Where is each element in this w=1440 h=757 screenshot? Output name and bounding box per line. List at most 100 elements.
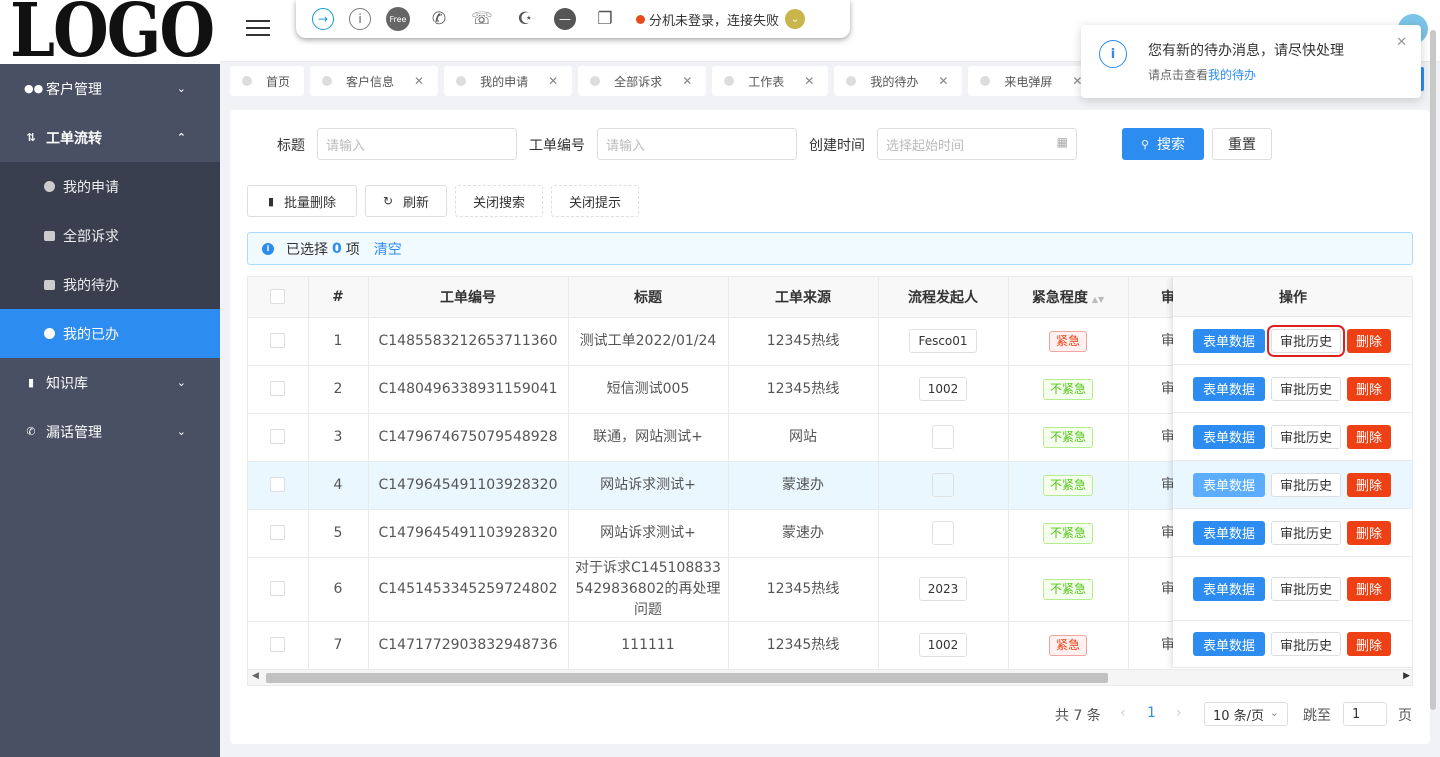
- info-icon[interactable]: i: [349, 8, 371, 30]
- close-tip-button[interactable]: 关闭提示: [551, 185, 639, 217]
- briefcase-icon: [44, 230, 55, 241]
- sidebar-item-customer[interactable]: ●● 客户管理 ⌄: [0, 64, 220, 113]
- row-checkbox[interactable]: [270, 429, 286, 444]
- close-icon[interactable]: ✕: [938, 74, 948, 88]
- form-data-button[interactable]: 表单数据: [1193, 376, 1265, 401]
- tab-home[interactable]: 首页: [230, 66, 305, 96]
- tab-my-todo[interactable]: 我的待办 ✕: [834, 66, 963, 96]
- close-icon[interactable]: ✕: [548, 74, 558, 88]
- submenu-all-requests[interactable]: 全部诉求: [0, 211, 220, 260]
- submenu-my-done[interactable]: 我的已办: [0, 309, 220, 358]
- chevron-left-icon[interactable]: ‹: [1120, 705, 1126, 721]
- scrollbar-thumb[interactable]: [266, 673, 1108, 683]
- page-unit-label: 页: [1398, 708, 1412, 724]
- tab-dot-icon: [846, 76, 857, 86]
- sidebar-item-missed-calls[interactable]: ✆ 漏话管理 ⌄: [0, 407, 220, 456]
- scroll-left-icon[interactable]: ◀: [252, 671, 259, 681]
- free-status-icon[interactable]: Free: [386, 7, 410, 31]
- table-row: 6 C1451453345259724802 对于诉求C145108833542…: [248, 557, 1209, 622]
- row-checkbox[interactable]: [270, 477, 286, 492]
- tab-customer-info[interactable]: 客户信息 ✕: [310, 66, 439, 96]
- title-input[interactable]: 请输入: [317, 128, 517, 160]
- ops-row: 表单数据 审批历史 删除: [1173, 621, 1412, 668]
- approval-history-button[interactable]: 审批历史: [1271, 424, 1341, 449]
- col-urgency[interactable]: 紧急程度 ▲▼: [1008, 277, 1129, 318]
- page-number[interactable]: 1: [1147, 705, 1156, 721]
- form-data-button[interactable]: 表单数据: [1193, 472, 1265, 497]
- form-data-button[interactable]: 表单数据: [1193, 424, 1265, 449]
- form-data-button[interactable]: 表单数据: [1193, 328, 1265, 353]
- page-size-select[interactable]: 10 条/页 ⌄: [1204, 702, 1288, 726]
- reset-button[interactable]: 重置: [1212, 128, 1272, 160]
- scroll-right-icon[interactable]: ▶: [1403, 671, 1410, 681]
- form-data-button[interactable]: 表单数据: [1193, 520, 1265, 545]
- table-row: 4 C1479645491103928320 网站诉求测试+ 蒙速办 不紧急 审: [248, 461, 1209, 510]
- col-title: 标题: [568, 277, 729, 318]
- sort-icon[interactable]: ▲▼: [1092, 295, 1104, 304]
- row-checkbox[interactable]: [270, 381, 286, 396]
- tab-all-requests[interactable]: 全部诉求 ✕: [578, 66, 707, 96]
- number-input[interactable]: 请输入: [597, 128, 797, 160]
- sidebar-item-knowledge[interactable]: ▮ 知识库 ⌄: [0, 358, 220, 407]
- close-icon[interactable]: ✕: [682, 74, 692, 88]
- close-icon[interactable]: ✕: [1396, 35, 1407, 50]
- row-checkbox[interactable]: [270, 525, 286, 540]
- vertical-scrollbar[interactable]: [1430, 30, 1436, 710]
- tab-worksheet[interactable]: 工作表 ✕: [712, 66, 829, 96]
- table: # 工单编号 标题 工单来源 流程发起人 紧急程度 ▲▼ 审 1 C1485583…: [248, 277, 1209, 670]
- close-icon[interactable]: ✕: [804, 74, 814, 88]
- ops-row: 表单数据 审批历史 删除: [1173, 413, 1412, 461]
- chevron-up-icon: ⌃: [176, 131, 186, 144]
- approval-history-button[interactable]: 审批历史: [1267, 324, 1345, 357]
- delete-button[interactable]: 删除: [1347, 576, 1391, 601]
- batch-delete-button[interactable]: ▮ 批量删除: [247, 185, 357, 217]
- tab-my-application[interactable]: 我的申请 ✕: [444, 66, 573, 96]
- refresh-button[interactable]: ↻ 刷新: [365, 185, 447, 217]
- horizontal-scrollbar[interactable]: ◀ ▶: [248, 669, 1412, 685]
- menu-toggle-icon[interactable]: [246, 20, 270, 38]
- jump-input[interactable]: 1: [1343, 702, 1387, 726]
- chevron-right-icon[interactable]: ›: [1176, 705, 1182, 721]
- chevron-down-icon[interactable]: ⌄: [785, 9, 806, 29]
- ops-row: 表单数据 审批历史 删除: [1173, 509, 1412, 557]
- row-checkbox[interactable]: [270, 637, 286, 652]
- row-checkbox[interactable]: [270, 581, 286, 596]
- select-all-header: [248, 277, 309, 318]
- login-icon[interactable]: →: [312, 8, 334, 30]
- submenu-my-application[interactable]: 我的申请: [0, 162, 220, 211]
- delete-button[interactable]: 删除: [1347, 472, 1391, 497]
- approval-history-button[interactable]: 审批历史: [1271, 632, 1341, 656]
- row-checkbox[interactable]: [270, 333, 286, 348]
- clock-icon: [44, 181, 55, 192]
- phone-icon[interactable]: ✆: [425, 5, 453, 33]
- transfer-icon[interactable]: ❐: [591, 5, 619, 33]
- delete-button[interactable]: 删除: [1347, 632, 1391, 656]
- trash-icon: ▮: [267, 194, 275, 208]
- approval-history-button[interactable]: 审批历史: [1271, 472, 1341, 497]
- close-icon[interactable]: ✕: [414, 74, 424, 88]
- form-data-button[interactable]: 表单数据: [1193, 576, 1265, 601]
- approval-history-button[interactable]: 审批历史: [1271, 376, 1341, 401]
- approval-history-button[interactable]: 审批历史: [1271, 520, 1341, 545]
- submenu-my-todo[interactable]: 我的待办: [0, 260, 220, 309]
- close-search-button[interactable]: 关闭搜索: [455, 185, 543, 217]
- hangup-icon[interactable]: ☏: [468, 5, 496, 33]
- approval-history-button[interactable]: 审批历史: [1271, 576, 1341, 601]
- delete-button[interactable]: 删除: [1347, 328, 1391, 353]
- title-label: 标题: [277, 138, 305, 154]
- select-all-checkbox[interactable]: [270, 289, 286, 305]
- search-button[interactable]: ⚲ 搜索: [1122, 128, 1204, 160]
- clear-selection-link[interactable]: 清空: [374, 239, 402, 259]
- end-call-icon[interactable]: —: [554, 8, 576, 30]
- tab-incoming-call[interactable]: 来电弹屏 ✕: [968, 66, 1097, 96]
- notification-link[interactable]: 我的待办: [1208, 68, 1256, 82]
- delete-button[interactable]: 删除: [1347, 376, 1391, 401]
- delete-button[interactable]: 删除: [1347, 424, 1391, 449]
- form-data-button[interactable]: 表单数据: [1193, 632, 1265, 656]
- sidebar-item-workorder[interactable]: ⇅ 工单流转 ⌃: [0, 113, 220, 162]
- headset-icon[interactable]: ☪: [511, 5, 539, 33]
- users-icon: ●●: [24, 82, 44, 95]
- delete-button[interactable]: 删除: [1347, 520, 1391, 545]
- tab-dot-icon: [456, 76, 467, 86]
- time-picker[interactable]: 选择起始时间 ▦: [877, 128, 1077, 160]
